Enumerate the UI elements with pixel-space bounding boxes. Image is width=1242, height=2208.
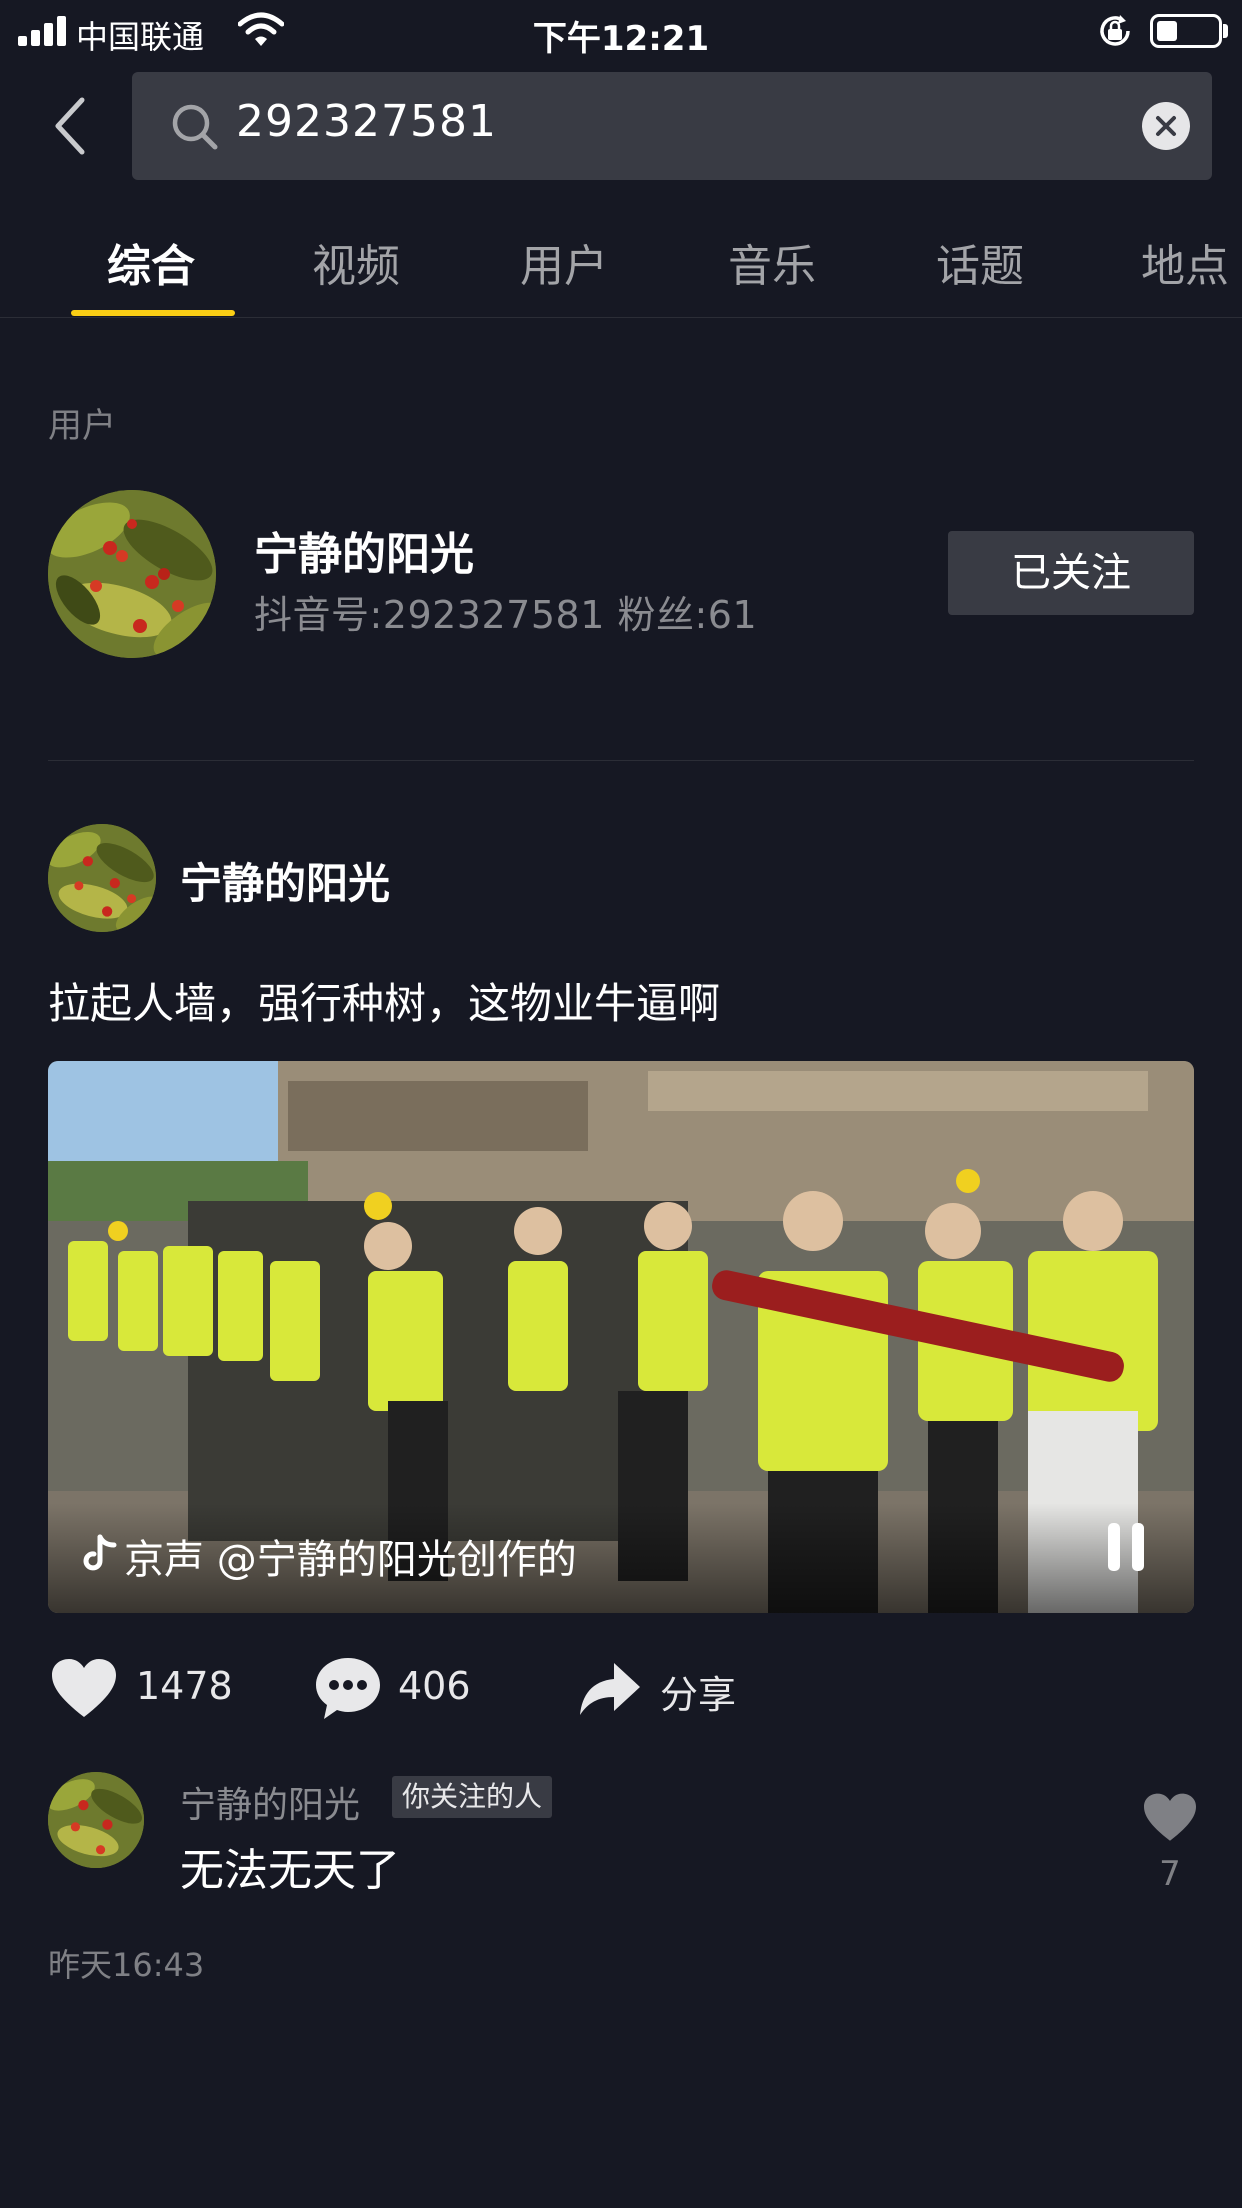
section-label-users: 用户 <box>48 406 116 446</box>
battery-icon <box>1150 14 1222 48</box>
pause-icon[interactable] <box>1104 1521 1150 1573</box>
back-button[interactable] <box>44 96 104 156</box>
post-author-avatar[interactable] <box>48 824 156 932</box>
comment-author-name[interactable]: 宁静的阳光 <box>180 1776 360 1828</box>
comment-like-count: 7 <box>1159 1854 1181 1894</box>
follow-button[interactable]: 已关注 <box>948 531 1194 615</box>
post-caption: 拉起人墙，强行种树，这物业牛逼啊 <box>48 979 721 1028</box>
tab-users[interactable]: 用户 <box>520 230 608 294</box>
tab-music[interactable]: 音乐 <box>728 230 816 294</box>
rotation-lock-icon <box>1100 15 1130 46</box>
search-input[interactable]: 292327581 <box>236 96 497 147</box>
status-time: 下午12:21 <box>532 19 710 59</box>
post-author-name[interactable]: 宁静的阳光 <box>180 850 390 911</box>
comment-count: 406 <box>398 1664 471 1708</box>
clear-icon[interactable] <box>1142 102 1190 150</box>
search-box[interactable]: 292327581 <box>132 72 1212 180</box>
tab-videos[interactable]: 视频 <box>312 230 400 294</box>
battery-level <box>1157 21 1177 41</box>
music-note-icon <box>83 1534 117 1571</box>
like-count: 1478 <box>136 1664 233 1708</box>
video-music-label[interactable]: 京声 @宁静的阳光创作的 <box>124 1527 577 1585</box>
search-tabs: 综合 视频 用户 音乐 话题 地点 <box>0 222 1242 318</box>
comment-text: 无法无天了 <box>180 1845 400 1896</box>
share-icon[interactable] <box>578 1654 642 1724</box>
search-icon <box>172 104 218 150</box>
comment-like-icon[interactable] <box>1142 1792 1198 1844</box>
commenter-avatar[interactable] <box>48 1772 144 1868</box>
status-bar: 中国联通 下午12:21 <box>0 0 1242 62</box>
user-meta: 抖音号:292327581 粉丝:61 <box>254 593 758 637</box>
like-icon[interactable] <box>50 1654 118 1724</box>
tab-places[interactable]: 地点 <box>1141 230 1229 294</box>
video-player[interactable]: 京声 @宁静的阳光创作的 <box>48 1061 1194 1613</box>
post-timestamp: 昨天16:43 <box>48 1946 205 1984</box>
active-tab-indicator <box>71 310 235 316</box>
divider <box>48 760 1194 761</box>
share-label[interactable]: 分享 <box>660 1664 736 1719</box>
tab-comprehensive[interactable]: 综合 <box>107 230 195 294</box>
following-badge: 你关注的人 <box>392 1776 553 1818</box>
comment-icon[interactable] <box>314 1654 382 1724</box>
user-name[interactable]: 宁静的阳光 <box>254 518 474 582</box>
tab-topics[interactable]: 话题 <box>936 230 1024 294</box>
user-avatar[interactable] <box>48 490 216 658</box>
